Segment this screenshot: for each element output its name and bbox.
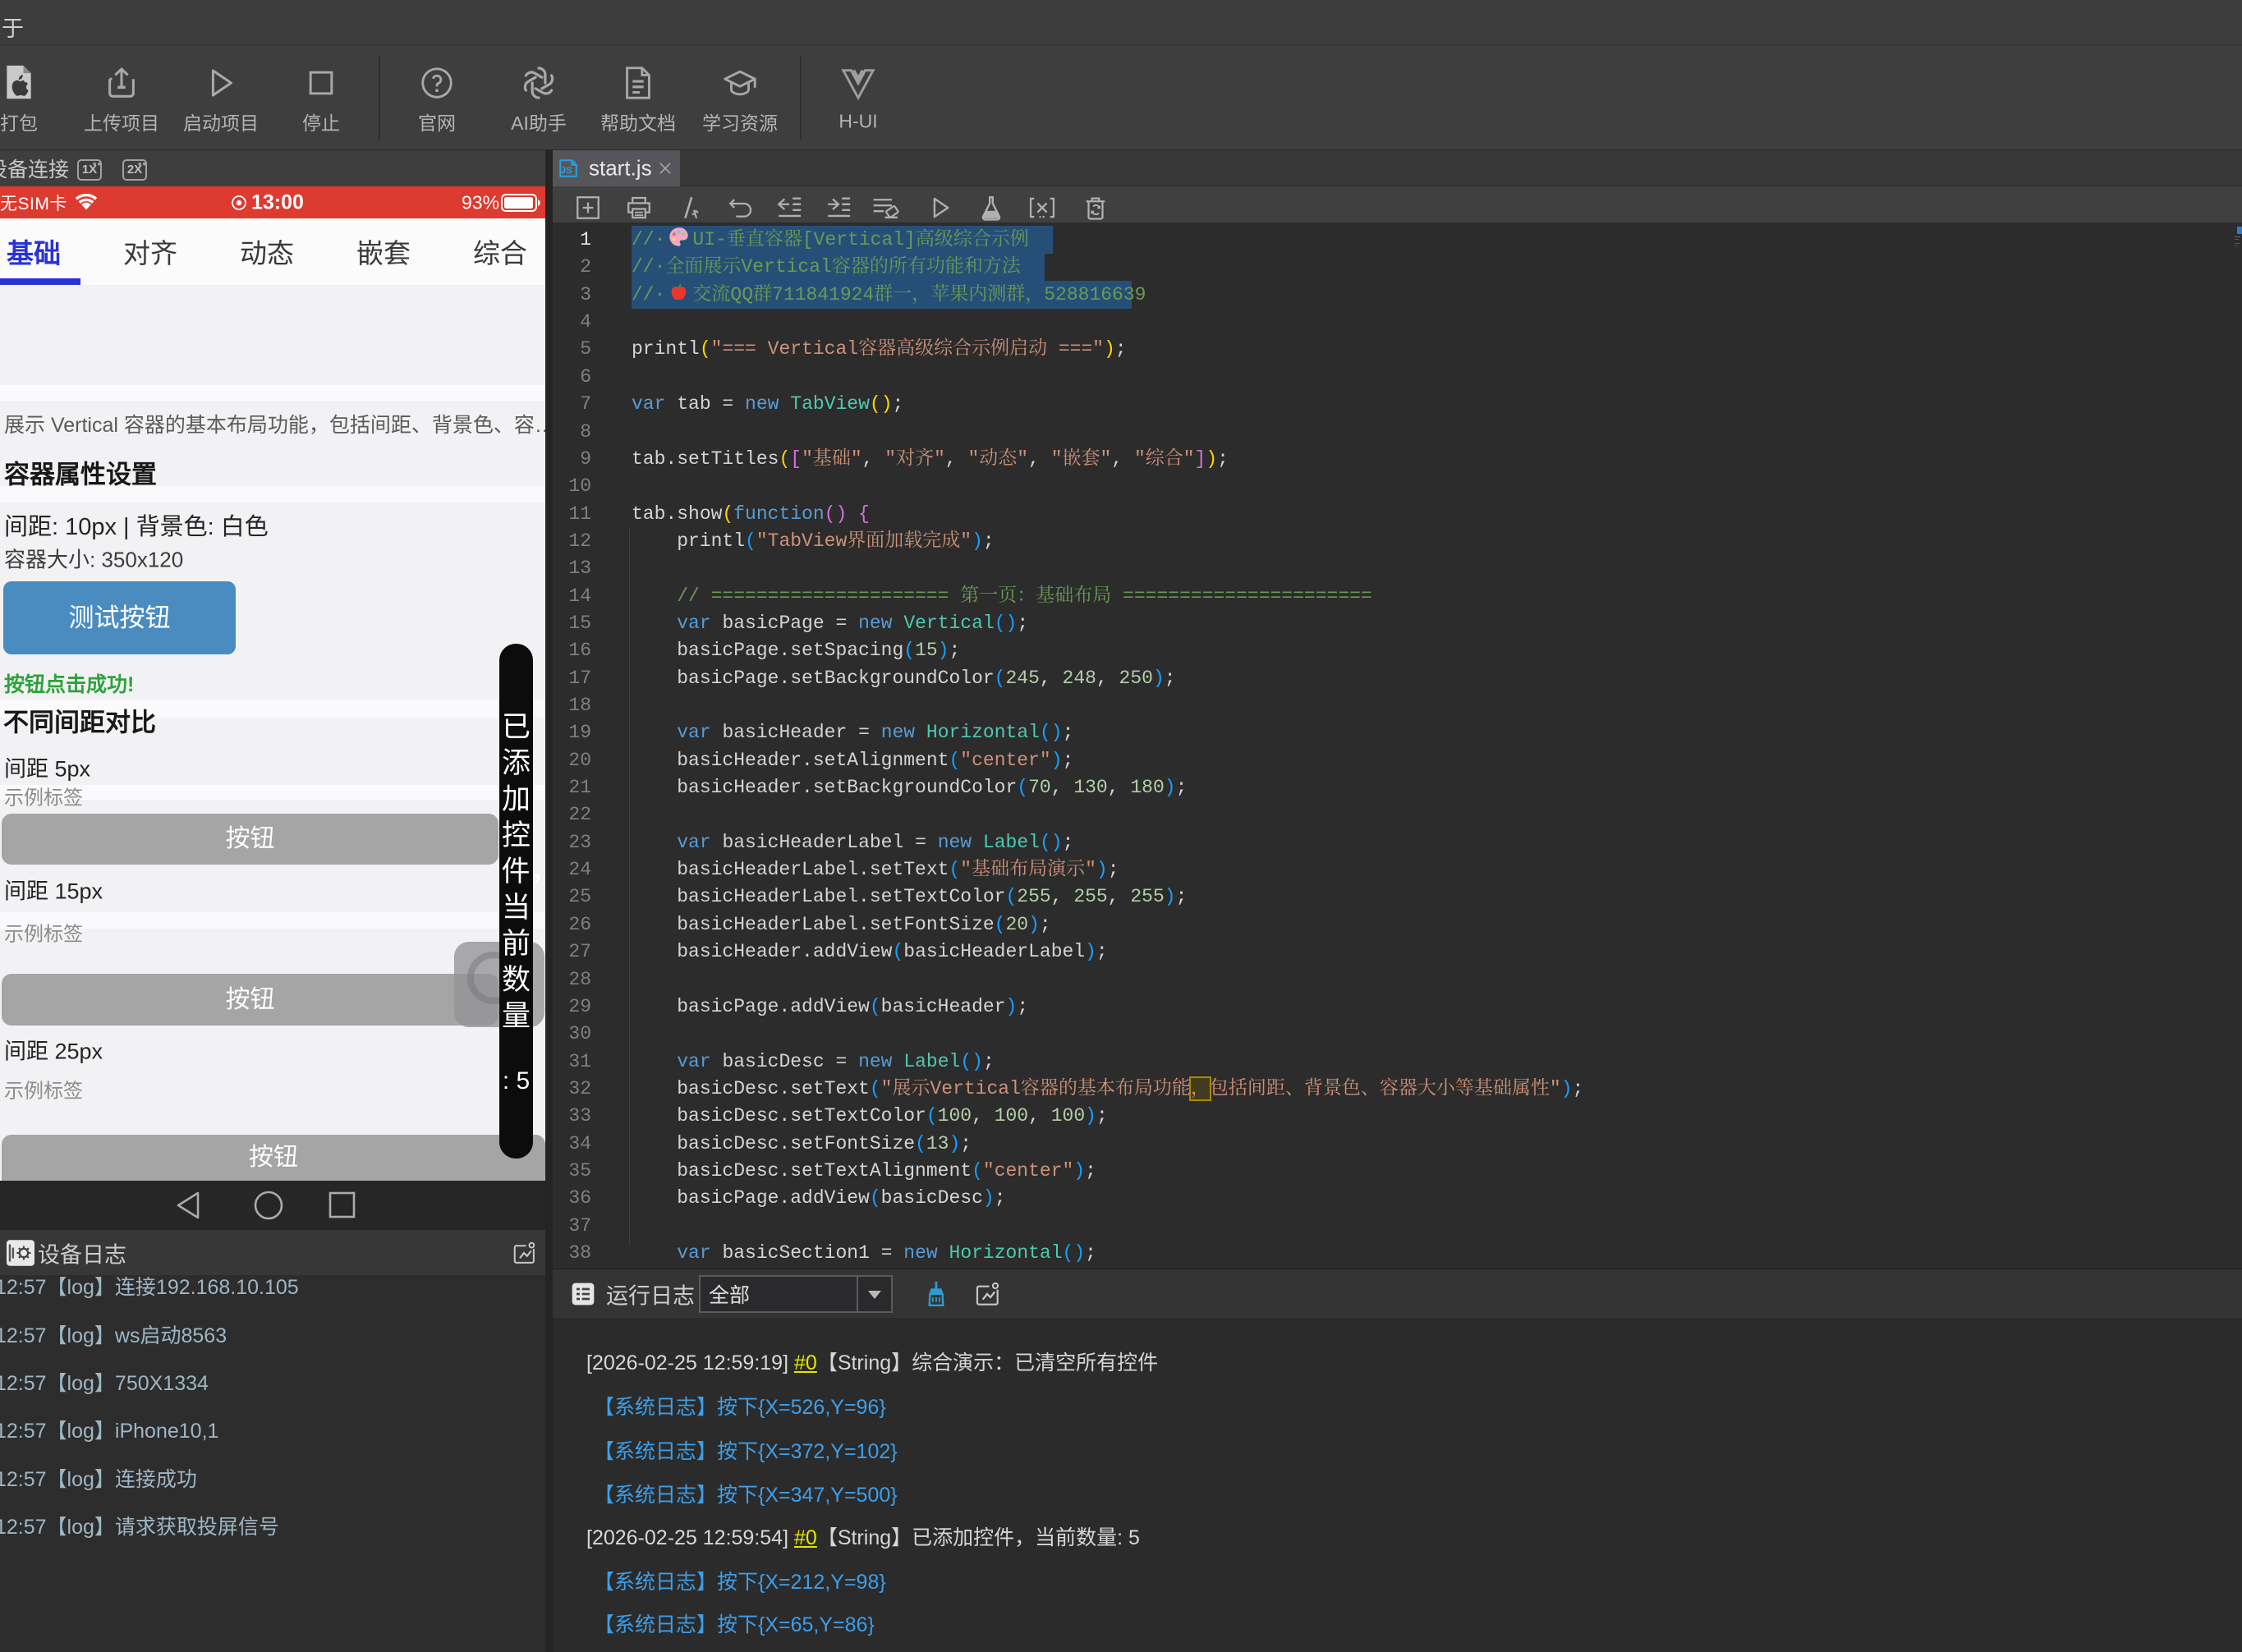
svg-text:JS: JS (561, 166, 572, 176)
